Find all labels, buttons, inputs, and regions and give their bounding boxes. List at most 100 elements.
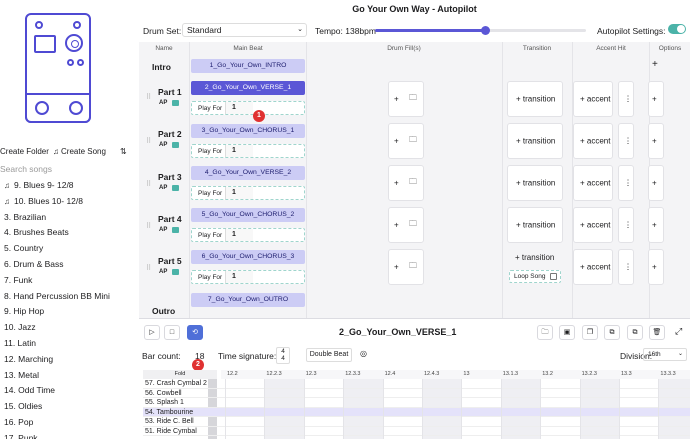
add-icon[interactable]: + bbox=[648, 123, 664, 159]
folder-icon[interactable]: 🗀 bbox=[537, 325, 553, 340]
loop-song-checkbox[interactable]: Loop Song bbox=[509, 270, 561, 283]
list-item[interactable]: 3. Brazilian bbox=[0, 210, 139, 226]
main-beat[interactable]: 4_Go_Your_Own_VERSE_2 bbox=[191, 166, 305, 180]
play-for-value[interactable]: 1 bbox=[225, 145, 253, 157]
expand-icon[interactable]: ⤢ bbox=[675, 326, 682, 337]
create-song-button[interactable]: ♫ Create Song bbox=[53, 147, 106, 156]
folder-icon[interactable]: 🗀 bbox=[409, 176, 417, 190]
search-input[interactable]: Search songs bbox=[0, 164, 52, 174]
create-folder-button[interactable]: Create Folder bbox=[0, 147, 49, 156]
list-item[interactable]: 15. Oldies bbox=[0, 399, 139, 415]
list-item[interactable]: 4. Brushes Beats bbox=[0, 225, 139, 241]
tempo-slider[interactable] bbox=[375, 26, 586, 35]
fold-button[interactable]: Fold bbox=[143, 370, 217, 379]
folder-icon[interactable]: 🗀 bbox=[409, 218, 417, 232]
add-icon[interactable]: + bbox=[648, 81, 664, 117]
play-for-field[interactable]: Play For 1 bbox=[191, 228, 305, 242]
add-icon[interactable]: + bbox=[648, 165, 664, 201]
main-beat[interactable]: 1_Go_Your_Own_INTRO bbox=[191, 59, 305, 73]
accent-cell[interactable]: + accent bbox=[573, 123, 613, 159]
list-item[interactable]: 14. Odd Time bbox=[0, 383, 139, 399]
main-beat[interactable]: 5_Go_Your_Own_CHORUS_2 bbox=[191, 208, 305, 222]
transition-cell[interactable]: + transition bbox=[507, 165, 563, 201]
list-item[interactable]: 11. Latin bbox=[0, 336, 139, 352]
accent-cell[interactable]: + accent bbox=[573, 81, 613, 117]
play-for-value[interactable]: 1 bbox=[225, 229, 253, 241]
more-icon[interactable]: ⋮ bbox=[618, 81, 634, 117]
ap-toggle[interactable] bbox=[172, 100, 179, 106]
play-icon[interactable]: ▷ bbox=[144, 325, 160, 340]
drag-handle-icon[interactable]: ⠿ bbox=[146, 93, 151, 101]
ap-toggle[interactable] bbox=[172, 142, 179, 148]
division-select[interactable]: 16th ⌄ bbox=[643, 348, 687, 361]
tempo-slider-thumb[interactable] bbox=[480, 26, 490, 35]
play-for-value[interactable]: 1 bbox=[225, 102, 253, 114]
list-item[interactable]: 5. Country bbox=[0, 241, 139, 257]
add-fill-icon[interactable]: + bbox=[394, 95, 399, 104]
add-fill-icon[interactable]: + bbox=[394, 179, 399, 188]
ap-toggle[interactable] bbox=[172, 227, 179, 233]
sort-icon[interactable]: ⇅ bbox=[120, 147, 127, 156]
folder-icon[interactable]: 🗀 bbox=[409, 260, 417, 274]
ap-toggle[interactable] bbox=[172, 185, 179, 191]
list-item[interactable]: 16. Pop bbox=[0, 415, 139, 431]
copy-icon[interactable]: ❐ bbox=[582, 325, 598, 340]
double-beat-button[interactable]: Double Beat bbox=[306, 348, 352, 362]
trash-icon[interactable]: 🗑 bbox=[649, 325, 665, 340]
list-item[interactable]: ♫ 9. Blues 9- 12/8 bbox=[0, 178, 139, 194]
main-beat[interactable]: 7_Go_Your_Own_OUTRO bbox=[191, 293, 305, 307]
transition-cell[interactable]: + transition bbox=[507, 81, 563, 117]
list-item[interactable]: 7. Funk bbox=[0, 273, 139, 289]
add-icon[interactable]: + bbox=[648, 207, 664, 243]
more-icon[interactable]: ⋮ bbox=[618, 207, 634, 243]
ap-toggle[interactable] bbox=[172, 269, 179, 275]
add-icon[interactable]: + bbox=[652, 59, 658, 70]
folder-icon[interactable]: 🗀 bbox=[409, 92, 417, 106]
loop-icon[interactable]: ⟲ bbox=[187, 325, 203, 340]
more-icon[interactable]: ⋮ bbox=[618, 249, 634, 285]
duplicate-icon[interactable]: ⧉ bbox=[627, 325, 643, 340]
time-signature-stepper[interactable]: 4 4 bbox=[276, 347, 290, 364]
drag-handle-icon[interactable]: ⠿ bbox=[146, 180, 151, 188]
list-item[interactable]: ♫ 10. Blues 10- 12/8 bbox=[0, 194, 139, 210]
accent-cell[interactable]: + accent bbox=[573, 165, 613, 201]
transition-cell[interactable]: + transition bbox=[507, 123, 563, 159]
list-item[interactable]: 6. Drum & Bass bbox=[0, 257, 139, 273]
settings-icon[interactable]: ◎ bbox=[360, 349, 367, 358]
time-sig-bottom[interactable]: 4 bbox=[277, 355, 289, 362]
add-fill-icon[interactable]: + bbox=[394, 137, 399, 146]
add-fill-icon[interactable]: + bbox=[394, 263, 399, 272]
time-sig-top[interactable]: 4 bbox=[277, 348, 289, 355]
play-for-field[interactable]: Play For 1 bbox=[191, 270, 305, 284]
more-icon[interactable]: ⋮ bbox=[618, 123, 634, 159]
drag-handle-icon[interactable]: ⠿ bbox=[146, 137, 151, 145]
link-icon[interactable]: ⧉ bbox=[604, 325, 620, 340]
main-beat[interactable]: 6_Go_Your_Own_CHORUS_3 bbox=[191, 250, 305, 264]
main-beat[interactable]: 2_Go_Your_Own_VERSE_1 bbox=[191, 81, 305, 95]
add-fill-icon[interactable]: + bbox=[394, 221, 399, 230]
play-for-value[interactable]: 1 bbox=[225, 187, 253, 199]
list-item[interactable]: 12. Marching bbox=[0, 352, 139, 368]
play-for-field[interactable]: Play For 1 bbox=[191, 101, 305, 115]
transition-button[interactable]: + transition bbox=[515, 253, 554, 262]
list-item[interactable]: 10. Jazz bbox=[0, 320, 139, 336]
play-for-field[interactable]: Play For 1 bbox=[191, 144, 305, 158]
add-icon[interactable]: + bbox=[648, 249, 664, 285]
stop-icon[interactable]: □ bbox=[164, 325, 180, 340]
list-item[interactable]: 9. Hip Hop bbox=[0, 304, 139, 320]
autopilot-toggle[interactable] bbox=[668, 24, 686, 34]
list-item[interactable]: 13. Metal bbox=[0, 368, 139, 384]
drag-handle-icon[interactable]: ⠿ bbox=[146, 264, 151, 272]
drag-handle-icon[interactable]: ⠿ bbox=[146, 222, 151, 230]
checkbox-icon[interactable] bbox=[550, 273, 557, 280]
drum-set-select[interactable]: Standard ⌄ bbox=[182, 23, 307, 37]
play-for-value[interactable]: 1 bbox=[225, 271, 253, 283]
main-beat[interactable]: 3_Go_Your_Own_CHORUS_1 bbox=[191, 124, 305, 138]
save-icon[interactable]: ▣ bbox=[559, 325, 575, 340]
play-for-field[interactable]: Play For 1 bbox=[191, 186, 305, 200]
transition-cell[interactable]: + transition bbox=[507, 207, 563, 243]
folder-icon[interactable]: 🗀 bbox=[409, 134, 417, 148]
more-icon[interactable]: ⋮ bbox=[618, 165, 634, 201]
accent-cell[interactable]: + accent bbox=[573, 207, 613, 243]
accent-cell[interactable]: + accent bbox=[573, 249, 613, 285]
